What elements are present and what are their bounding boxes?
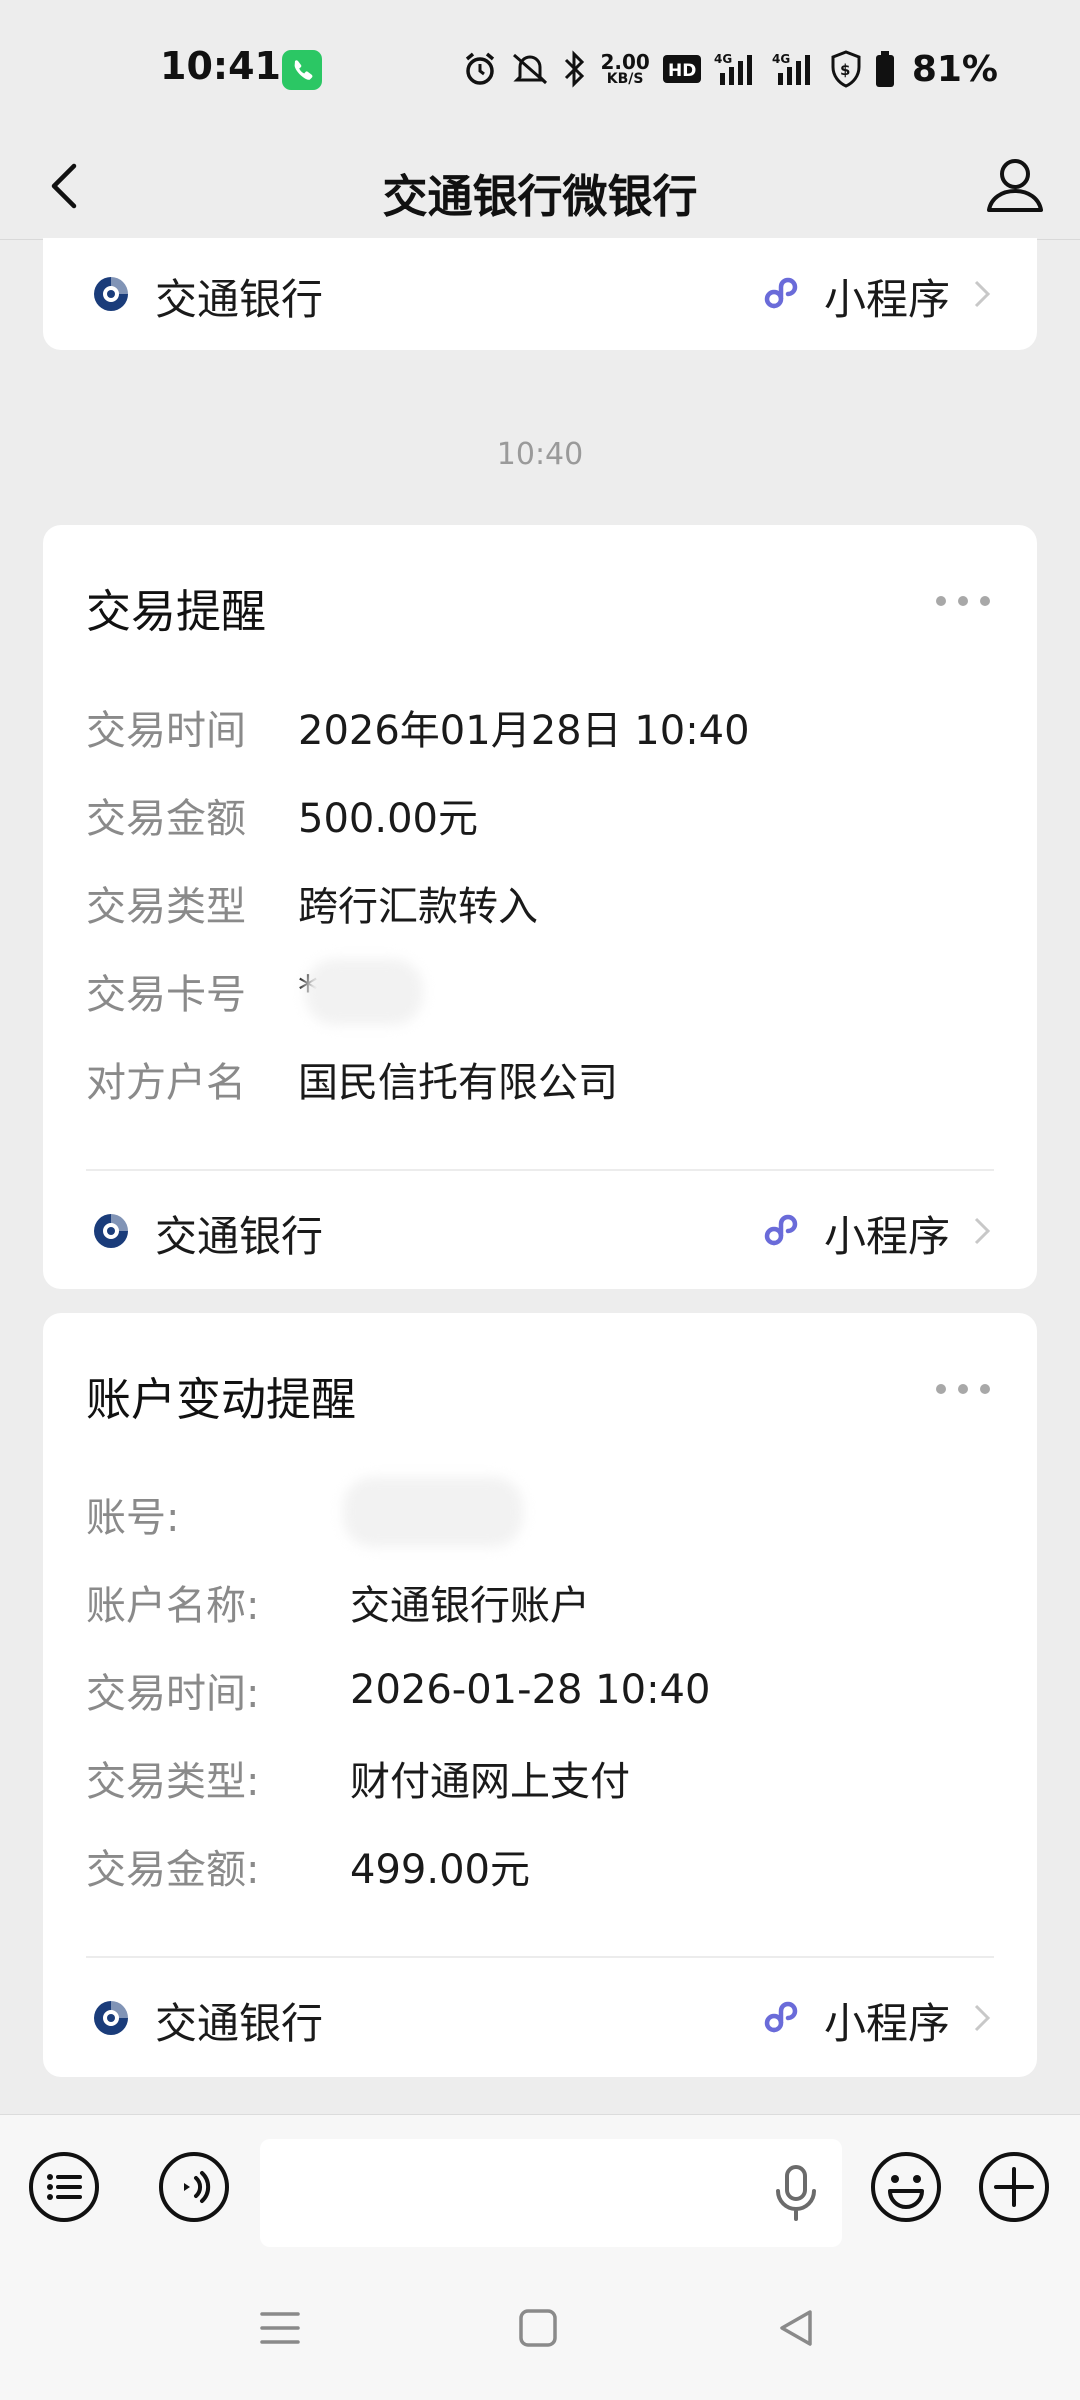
detail-row-type: 交易类型: 财付通网上支付 (86, 1750, 986, 1806)
mute-icon (513, 53, 548, 85)
detail-value: 跨行汇款转入 (298, 884, 538, 930)
detail-label: 账号: (86, 1495, 180, 1541)
redaction-blur (343, 1477, 523, 1547)
chevron-right-icon (974, 2004, 991, 2032)
nav-back-button[interactable] (772, 2304, 820, 2352)
smile-icon (871, 2152, 941, 2222)
detail-label: 交易类型 (86, 884, 246, 930)
ellipsis-icon[interactable] (933, 1377, 993, 1401)
mini-program-icon (764, 1214, 798, 1246)
detail-row-counterparty: 对方户名 国民信托有限公司 (86, 1051, 986, 1107)
mini-program-footer[interactable]: 交通银行 小程序 (86, 254, 994, 332)
detail-value: 499.00元 (350, 1847, 530, 1893)
detail-row-time: 交易时间: 2026-01-28 10:40 (86, 1662, 986, 1718)
status-time: 10:41 (160, 44, 281, 88)
detail-label: 交易卡号 (86, 972, 246, 1018)
mini-program-footer[interactable]: 交通银行 小程序 (86, 1191, 994, 1269)
microphone-icon (776, 2165, 816, 2221)
mini-program-label: 小程序 (823, 1212, 950, 1261)
plus-icon (979, 2152, 1049, 2222)
detail-row-amount: 交易金额 500.00元 (86, 787, 986, 843)
detail-label: 交易时间: (86, 1671, 260, 1717)
mini-program-icon (764, 277, 798, 309)
page-title: 交通银行微银行 (382, 170, 698, 223)
detail-label: 交易类型: (86, 1759, 260, 1805)
bank-name: 交通银行 (155, 1212, 324, 1261)
account-change-card[interactable]: 账户变动提醒 账号: 账户名称: 交通银行账户 交易时间: 2026-01-28… (43, 1313, 1037, 2077)
triangle-back-icon (780, 2310, 812, 2346)
alarm-icon (466, 52, 495, 85)
detail-value: 2026年01月28日 10:40 (298, 708, 750, 754)
emoji-button[interactable] (870, 2151, 942, 2223)
signal-4g-icon-2: 4G (772, 52, 810, 85)
person-icon (987, 159, 1043, 212)
divider (86, 1169, 994, 1171)
chat-input-bar (0, 2114, 1080, 2254)
network-speed: 2.00 KB/S (600, 50, 650, 87)
bocom-logo-icon (94, 2001, 128, 2035)
divider (86, 1956, 994, 1958)
transaction-alert-card[interactable]: 交易提醒 交易时间 2026年01月28日 10:40 交易金额 500.00元… (43, 525, 1037, 1289)
svg-text:HD: HD (668, 61, 696, 81)
mini-program-footer[interactable]: 交通银行 小程序 (86, 1978, 994, 2056)
detail-row-type: 交易类型 跨行汇款转入 (86, 875, 986, 931)
mini-program-label: 小程序 (823, 275, 950, 324)
status-icons: 2.00 KB/S HD 4G 4G $ 81% (462, 46, 998, 92)
square-icon (519, 2309, 557, 2347)
detail-value: 500.00元 (298, 796, 478, 842)
detail-row-card-number: 交易卡号 * (86, 963, 986, 1019)
detail-value: 2026-01-28 10:40 (350, 1667, 711, 1713)
card-title: 交易提醒 (86, 585, 267, 638)
voice-button[interactable] (158, 2151, 230, 2223)
bluetooth-icon (565, 50, 585, 88)
redaction-blur (305, 959, 423, 1025)
message-timestamp: 10:40 (496, 437, 584, 472)
mic-button[interactable] (768, 2163, 824, 2223)
detail-row-amount: 交易金额: 499.00元 (86, 1838, 986, 1894)
svg-text:4G: 4G (772, 52, 790, 66)
message-input[interactable] (260, 2139, 842, 2247)
previous-message-card[interactable]: 交通银行 小程序 (43, 238, 1037, 350)
add-button[interactable] (978, 2151, 1050, 2223)
menu-button[interactable] (28, 2151, 100, 2223)
card-title: 账户变动提醒 (86, 1373, 357, 1426)
detail-row-account-number: 账号: (86, 1486, 986, 1542)
nav-home-button[interactable] (514, 2304, 562, 2352)
bocom-logo-icon (94, 277, 128, 311)
menu-lines-icon (260, 2312, 300, 2344)
status-bar: 10:41 2.00 KB/S HD 4G 4G $ 81% (0, 0, 1080, 134)
detail-value: 财付通网上支付 (350, 1759, 630, 1805)
ellipsis-icon[interactable] (933, 589, 993, 613)
title-bar: 交通银行微银行 (0, 134, 1080, 240)
list-icon (29, 2152, 99, 2222)
call-indicator-icon (282, 50, 322, 90)
signal-4g-icon: 4G (714, 52, 752, 85)
svg-text:$: $ (840, 61, 850, 79)
mini-program-icon (764, 2001, 798, 2033)
detail-label: 交易金额: (86, 1847, 260, 1893)
battery-percent: 81% (911, 48, 998, 90)
system-nav-bar (0, 2254, 1080, 2400)
chevron-right-icon (974, 280, 991, 308)
bank-name: 交通银行 (155, 275, 324, 324)
detail-row-time: 交易时间 2026年01月28日 10:40 (86, 699, 986, 755)
detail-label: 交易金额 (86, 796, 246, 842)
detail-label: 交易时间 (86, 708, 246, 754)
detail-value: 交通银行账户 (350, 1583, 590, 1629)
hd-icon: HD (662, 55, 701, 83)
mini-program-label: 小程序 (823, 1999, 950, 2048)
chevron-right-icon (974, 1217, 991, 1245)
shield-dollar-icon: $ (831, 50, 861, 88)
battery-icon (875, 51, 894, 87)
profile-button[interactable] (980, 150, 1050, 220)
bank-name: 交通银行 (155, 1999, 324, 2048)
detail-label: 对方户名 (86, 1060, 246, 1106)
svg-text:4G: 4G (714, 52, 732, 66)
detail-row-account-name: 账户名称: 交通银行账户 (86, 1574, 986, 1630)
bocom-logo-icon (94, 1214, 128, 1248)
detail-value: 国民信托有限公司 (298, 1060, 618, 1106)
voice-icon (159, 2152, 229, 2222)
nav-menu-button[interactable] (256, 2304, 304, 2352)
detail-label: 账户名称: (86, 1583, 260, 1629)
